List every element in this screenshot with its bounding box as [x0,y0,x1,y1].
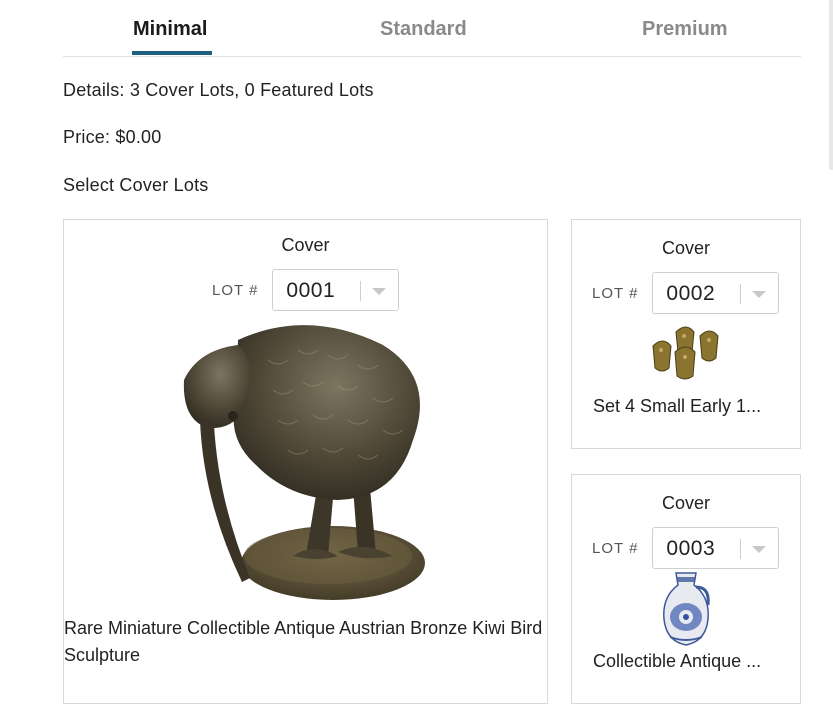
lot-number-value: 0001 [286,279,336,302]
plan-tabs: Minimal Standard Premium [63,0,801,57]
select-cover-lots-heading: Select Cover Lots [63,175,209,195]
lot-title: Collectible Antique ... [593,651,762,671]
details-text: Details: 3 Cover Lots, 0 Featured Lots [63,80,374,100]
lot-number-select[interactable]: 0001 [272,269,400,311]
tab-premium[interactable]: Premium [642,18,728,41]
lot-selector-row: LOT # 0002 [592,272,780,314]
lot-number-select[interactable]: 0002 [652,272,780,314]
kiwi-bird-sculpture-image [183,325,425,600]
blue-white-stoneware-jug-image [663,572,710,646]
lot-number-label: LOT # [592,284,639,302]
cover-lot-card: Cover LOT # 0002 Set 4 Small Early 1... [571,219,801,449]
lot-number-select[interactable]: 0003 [652,527,780,569]
brass-paw-feet-image [652,326,719,380]
lot-number-label: LOT # [212,281,259,299]
cover-lot-card: Cover LOT # 0001 Rare Miniature Collecti… [63,219,548,704]
lot-selector-row: LOT # 0001 [212,269,400,311]
active-tab-indicator [132,51,212,55]
chevron-down-icon[interactable] [372,288,387,295]
lot-title: Set 4 Small Early 1... [593,396,762,416]
lot-selector-row: LOT # 0003 [592,527,780,569]
tab-standard[interactable]: Standard [380,18,467,41]
cover-lot-card: Cover LOT # 0003 Collectible Antique ... [571,474,801,704]
tab-minimal[interactable]: Minimal [133,18,207,41]
lot-number-value: 0002 [666,282,716,305]
select-separator [360,281,362,301]
cover-label: Cover [661,238,710,258]
lot-number-value: 0003 [666,537,716,560]
lot-title: Rare Miniature Collectible Antique Austr… [64,618,543,665]
select-separator [740,539,742,559]
price-text: Price: $0.00 [63,127,162,147]
chevron-down-icon[interactable] [752,291,767,298]
cover-label: Cover [281,235,330,255]
select-separator [740,284,742,304]
lot-number-label: LOT # [592,539,639,557]
cover-label: Cover [661,493,710,513]
chevron-down-icon[interactable] [752,546,767,553]
scrollbar[interactable] [829,0,833,170]
